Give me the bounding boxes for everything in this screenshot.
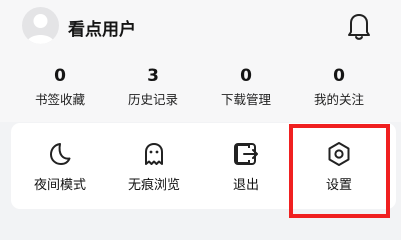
avatar[interactable] (22, 7, 59, 44)
stat-label: 我的关注 (313, 92, 364, 107)
stat-label: 下载管理 (220, 92, 271, 107)
ghost-icon (140, 140, 168, 168)
menu-item-night-mode[interactable]: 夜间模式 (12, 123, 108, 209)
stat-label: 书签收藏 (34, 92, 85, 107)
stats-row: 0 书签收藏 3 历史记录 0 下载管理 0 我的关注 (0, 66, 401, 112)
stat-count: 0 (240, 66, 252, 86)
settings-hexagon-icon (325, 140, 353, 168)
stat-history[interactable]: 3 历史记录 (105, 66, 201, 109)
stat-count: 0 (54, 66, 66, 86)
exit-icon (232, 140, 260, 168)
stat-bookmarks[interactable]: 0 书签收藏 (12, 66, 108, 109)
menu-item-logout[interactable]: 退出 (198, 123, 294, 209)
quick-menu: 夜间模式 无痕浏览 退出 设置 (11, 123, 396, 209)
menu-label: 夜间模式 (33, 178, 86, 193)
menu-label: 无痕浏览 (127, 178, 180, 193)
menu-item-incognito[interactable]: 无痕浏览 (106, 123, 202, 209)
menu-label: 退出 (232, 178, 259, 193)
stat-count: 3 (147, 66, 159, 86)
stat-following[interactable]: 0 我的关注 (291, 66, 387, 109)
menu-label: 设置 (325, 178, 352, 193)
menu-item-settings[interactable]: 设置 (291, 123, 387, 209)
default-avatar-icon (26, 14, 55, 44)
profile-header: 看点用户 0 书签收藏 3 历史记录 0 下载管理 0 我的关注 (0, 0, 401, 122)
bell-icon[interactable] (346, 11, 372, 41)
username[interactable]: 看点用户 (68, 15, 136, 40)
moon-icon (46, 140, 74, 168)
stat-label: 历史记录 (127, 92, 178, 107)
stat-downloads[interactable]: 0 下载管理 (198, 66, 294, 109)
stat-count: 0 (333, 66, 345, 86)
